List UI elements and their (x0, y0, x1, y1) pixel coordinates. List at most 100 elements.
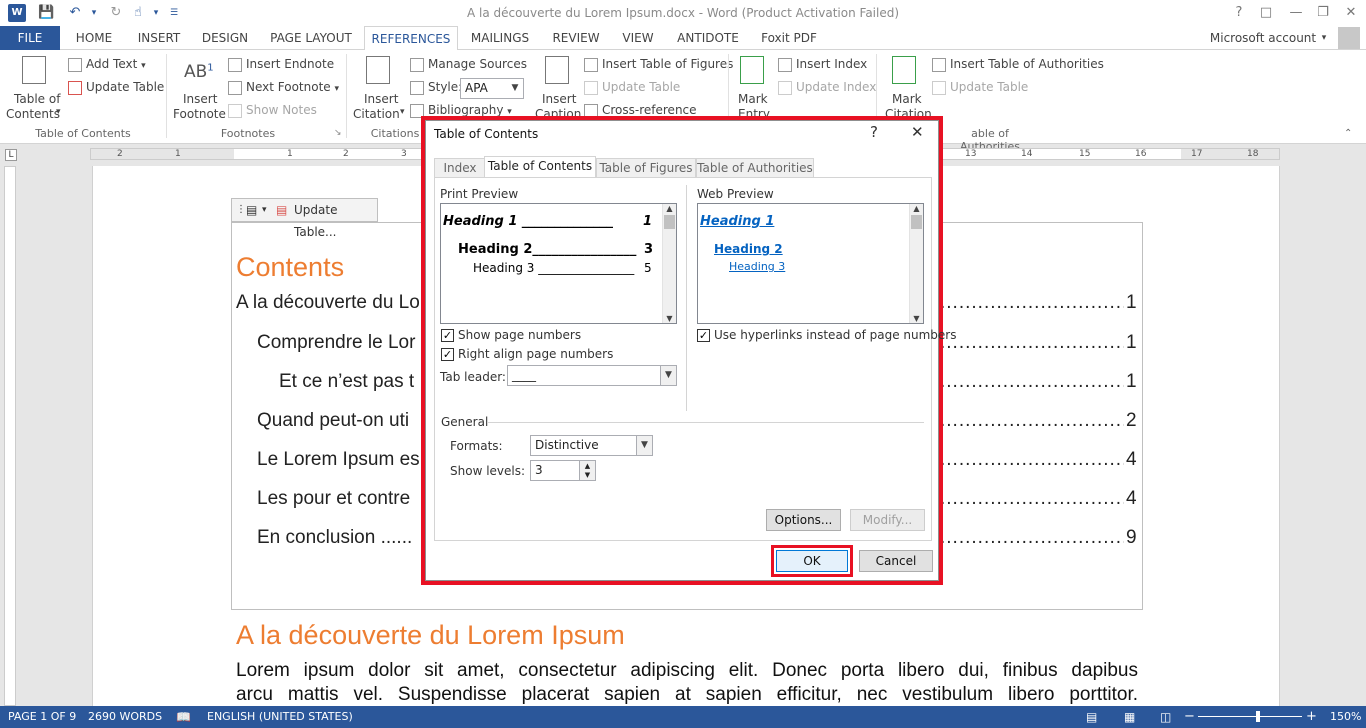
update-table-button[interactable]: Update Table (68, 80, 164, 95)
scroll-down-icon[interactable]: ▼ (910, 314, 923, 323)
next-footnote-button[interactable]: Next Footnote ▾ (228, 80, 339, 95)
zoom-slider-thumb[interactable] (1256, 711, 1260, 722)
scroll-up-icon[interactable]: ▲ (663, 204, 676, 213)
tab-design[interactable]: DESIGN (196, 26, 254, 50)
options-button[interactable]: Options... (766, 509, 841, 531)
modify-button[interactable]: Modify... (850, 509, 925, 531)
preview-h2-page: 3 (644, 242, 654, 257)
dialog-help-icon[interactable]: ? (870, 123, 878, 141)
use-hyperlinks-checkbox[interactable]: ✓ (697, 329, 710, 342)
tab-leader-select[interactable]: ____ ▼ (507, 365, 677, 386)
right-align-checkbox[interactable]: ✓ (441, 348, 454, 361)
tab-table-of-contents[interactable]: Table of Contents (484, 156, 596, 177)
cancel-button[interactable]: Cancel (859, 550, 933, 572)
mark-citation-line1[interactable]: Mark (892, 92, 922, 106)
show-notes-button[interactable]: Show Notes (228, 103, 317, 118)
update-table-figures-button[interactable]: Update Table (584, 80, 680, 95)
help-icon[interactable]: ? (1228, 3, 1250, 23)
print-preview-scrollbar[interactable]: ▲ ▼ (662, 204, 676, 323)
page-count[interactable]: PAGE 1 OF 9 (8, 706, 76, 728)
word-count[interactable]: 2690 WORDS (88, 706, 162, 728)
ribbon-display-icon[interactable]: □ (1255, 3, 1277, 23)
ok-button[interactable]: OK (776, 550, 848, 572)
tab-selector-icon[interactable]: L (5, 149, 17, 161)
tab-table-of-authorities[interactable]: Table of Authorities (696, 158, 814, 178)
language[interactable]: ENGLISH (UNITED STATES) (207, 706, 353, 728)
chevron-down-icon[interactable]: ▾ (262, 199, 267, 221)
insert-endnote-button[interactable]: Insert Endnote (228, 57, 334, 72)
mark-entry-line1[interactable]: Mark (738, 92, 768, 106)
show-page-numbers-checkbox[interactable]: ✓ (441, 329, 454, 342)
toc-dialog: Table of Contents ? ✕ Index Table of Con… (425, 120, 956, 581)
insert-table-of-figures-button[interactable]: Insert Table of Figures (584, 57, 733, 72)
tab-index[interactable]: Index (434, 158, 486, 178)
tab-view[interactable]: VIEW (614, 26, 662, 50)
use-hyperlinks-label[interactable]: Use hyperlinks instead of page numbers (714, 328, 956, 342)
add-text-button[interactable]: Add Text ▾ (68, 57, 146, 72)
tab-file[interactable]: FILE (0, 26, 60, 50)
close-icon[interactable]: ✕ (1340, 3, 1362, 23)
insert-caption-line1[interactable]: Insert (542, 92, 576, 106)
toc-update-table-button[interactable]: Update Table... (294, 199, 377, 243)
style-select[interactable]: APA ▼ (460, 78, 524, 99)
zoom-in-icon[interactable]: + (1306, 706, 1317, 728)
toc-menu-icon[interactable]: ▤ (246, 199, 257, 221)
update-index-button[interactable]: Update Index (778, 80, 876, 95)
tab-table-of-figures[interactable]: Table of Figures (596, 158, 696, 178)
toc-entry[interactable]: A la découverte du Lo (236, 292, 420, 314)
toc-entry[interactable]: Quand peut-on uti (257, 410, 409, 432)
zoom-level[interactable]: 150% (1330, 706, 1361, 728)
web-layout-icon[interactable]: ◫ (1160, 706, 1171, 728)
insert-toa-button[interactable]: Insert Table of Authorities (932, 57, 1104, 72)
tab-foxit-pdf[interactable]: Foxit PDF (754, 26, 824, 50)
proofing-icon[interactable]: 📖 (176, 706, 191, 728)
insert-citation-line1[interactable]: Insert (364, 92, 398, 106)
tab-mailings[interactable]: MAILINGS (466, 26, 534, 50)
toc-entry[interactable]: Les pour et contre (257, 488, 410, 510)
drag-handle-icon[interactable]: ⋮ (236, 199, 246, 221)
toc-entry[interactable]: Le Lorem Ipsum es (257, 449, 420, 471)
print-layout-icon[interactable]: ▦ (1124, 706, 1135, 728)
toc-button-line2[interactable]: Contents (6, 107, 60, 121)
scroll-thumb[interactable] (664, 215, 675, 229)
scroll-thumb[interactable] (911, 215, 922, 229)
formats-select[interactable]: Distinctive ▼ (530, 435, 653, 456)
insert-index-button[interactable]: Insert Index (778, 57, 867, 72)
zoom-out-icon[interactable]: − (1184, 706, 1195, 728)
insert-footnote-line2[interactable]: Footnote (173, 107, 226, 121)
show-levels-stepper[interactable]: 3 ▲ ▼ (530, 460, 596, 481)
update-toa-button[interactable]: Update Table (932, 80, 1028, 95)
dialog-close-icon[interactable]: ✕ (911, 123, 924, 141)
insert-citation-dropdown-icon[interactable]: ▾ (400, 107, 405, 117)
toc-entry[interactable]: Comprendre le Lor (257, 332, 415, 354)
minimize-icon[interactable]: — (1285, 3, 1307, 23)
footnotes-launcher-icon[interactable]: ↘ (334, 128, 342, 138)
show-page-numbers-label[interactable]: Show page numbers (458, 328, 581, 342)
zoom-slider-track[interactable] (1198, 716, 1302, 717)
toc-dropdown-icon[interactable]: ▾ (56, 107, 61, 117)
collapse-ribbon-icon[interactable]: ⌃ (1344, 128, 1352, 139)
read-mode-icon[interactable]: ▤ (1086, 706, 1097, 728)
stepper-down-icon[interactable]: ▼ (579, 470, 595, 480)
tab-antidote[interactable]: ANTIDOTE (672, 26, 744, 50)
insert-citation-line2[interactable]: Citation (353, 107, 400, 121)
toc-entry[interactable]: En conclusion ...... (257, 527, 412, 549)
account-name[interactable]: Microsoft account (1208, 26, 1318, 50)
insert-footnote-line1[interactable]: Insert (183, 92, 217, 106)
scroll-down-icon[interactable]: ▼ (663, 314, 676, 323)
tab-insert[interactable]: INSERT (132, 26, 186, 50)
avatar[interactable] (1338, 27, 1360, 49)
right-align-label[interactable]: Right align page numbers (458, 347, 613, 361)
account-dropdown-icon[interactable]: ▾ (1318, 26, 1330, 50)
scroll-up-icon[interactable]: ▲ (910, 204, 923, 213)
vertical-ruler[interactable] (4, 166, 16, 706)
manage-sources-button[interactable]: Manage Sources (410, 57, 527, 72)
restore-icon[interactable]: ❐ (1312, 3, 1334, 23)
tab-references[interactable]: REFERENCES (364, 26, 458, 51)
toc-entry[interactable]: Et ce n’est pas t (279, 371, 414, 393)
tab-page-layout[interactable]: PAGE LAYOUT (264, 26, 358, 50)
tab-home[interactable]: HOME (68, 26, 120, 50)
tab-review[interactable]: REVIEW (546, 26, 606, 50)
web-preview-scrollbar[interactable]: ▲ ▼ (909, 204, 923, 323)
toc-button-line1[interactable]: Table of (14, 92, 60, 106)
